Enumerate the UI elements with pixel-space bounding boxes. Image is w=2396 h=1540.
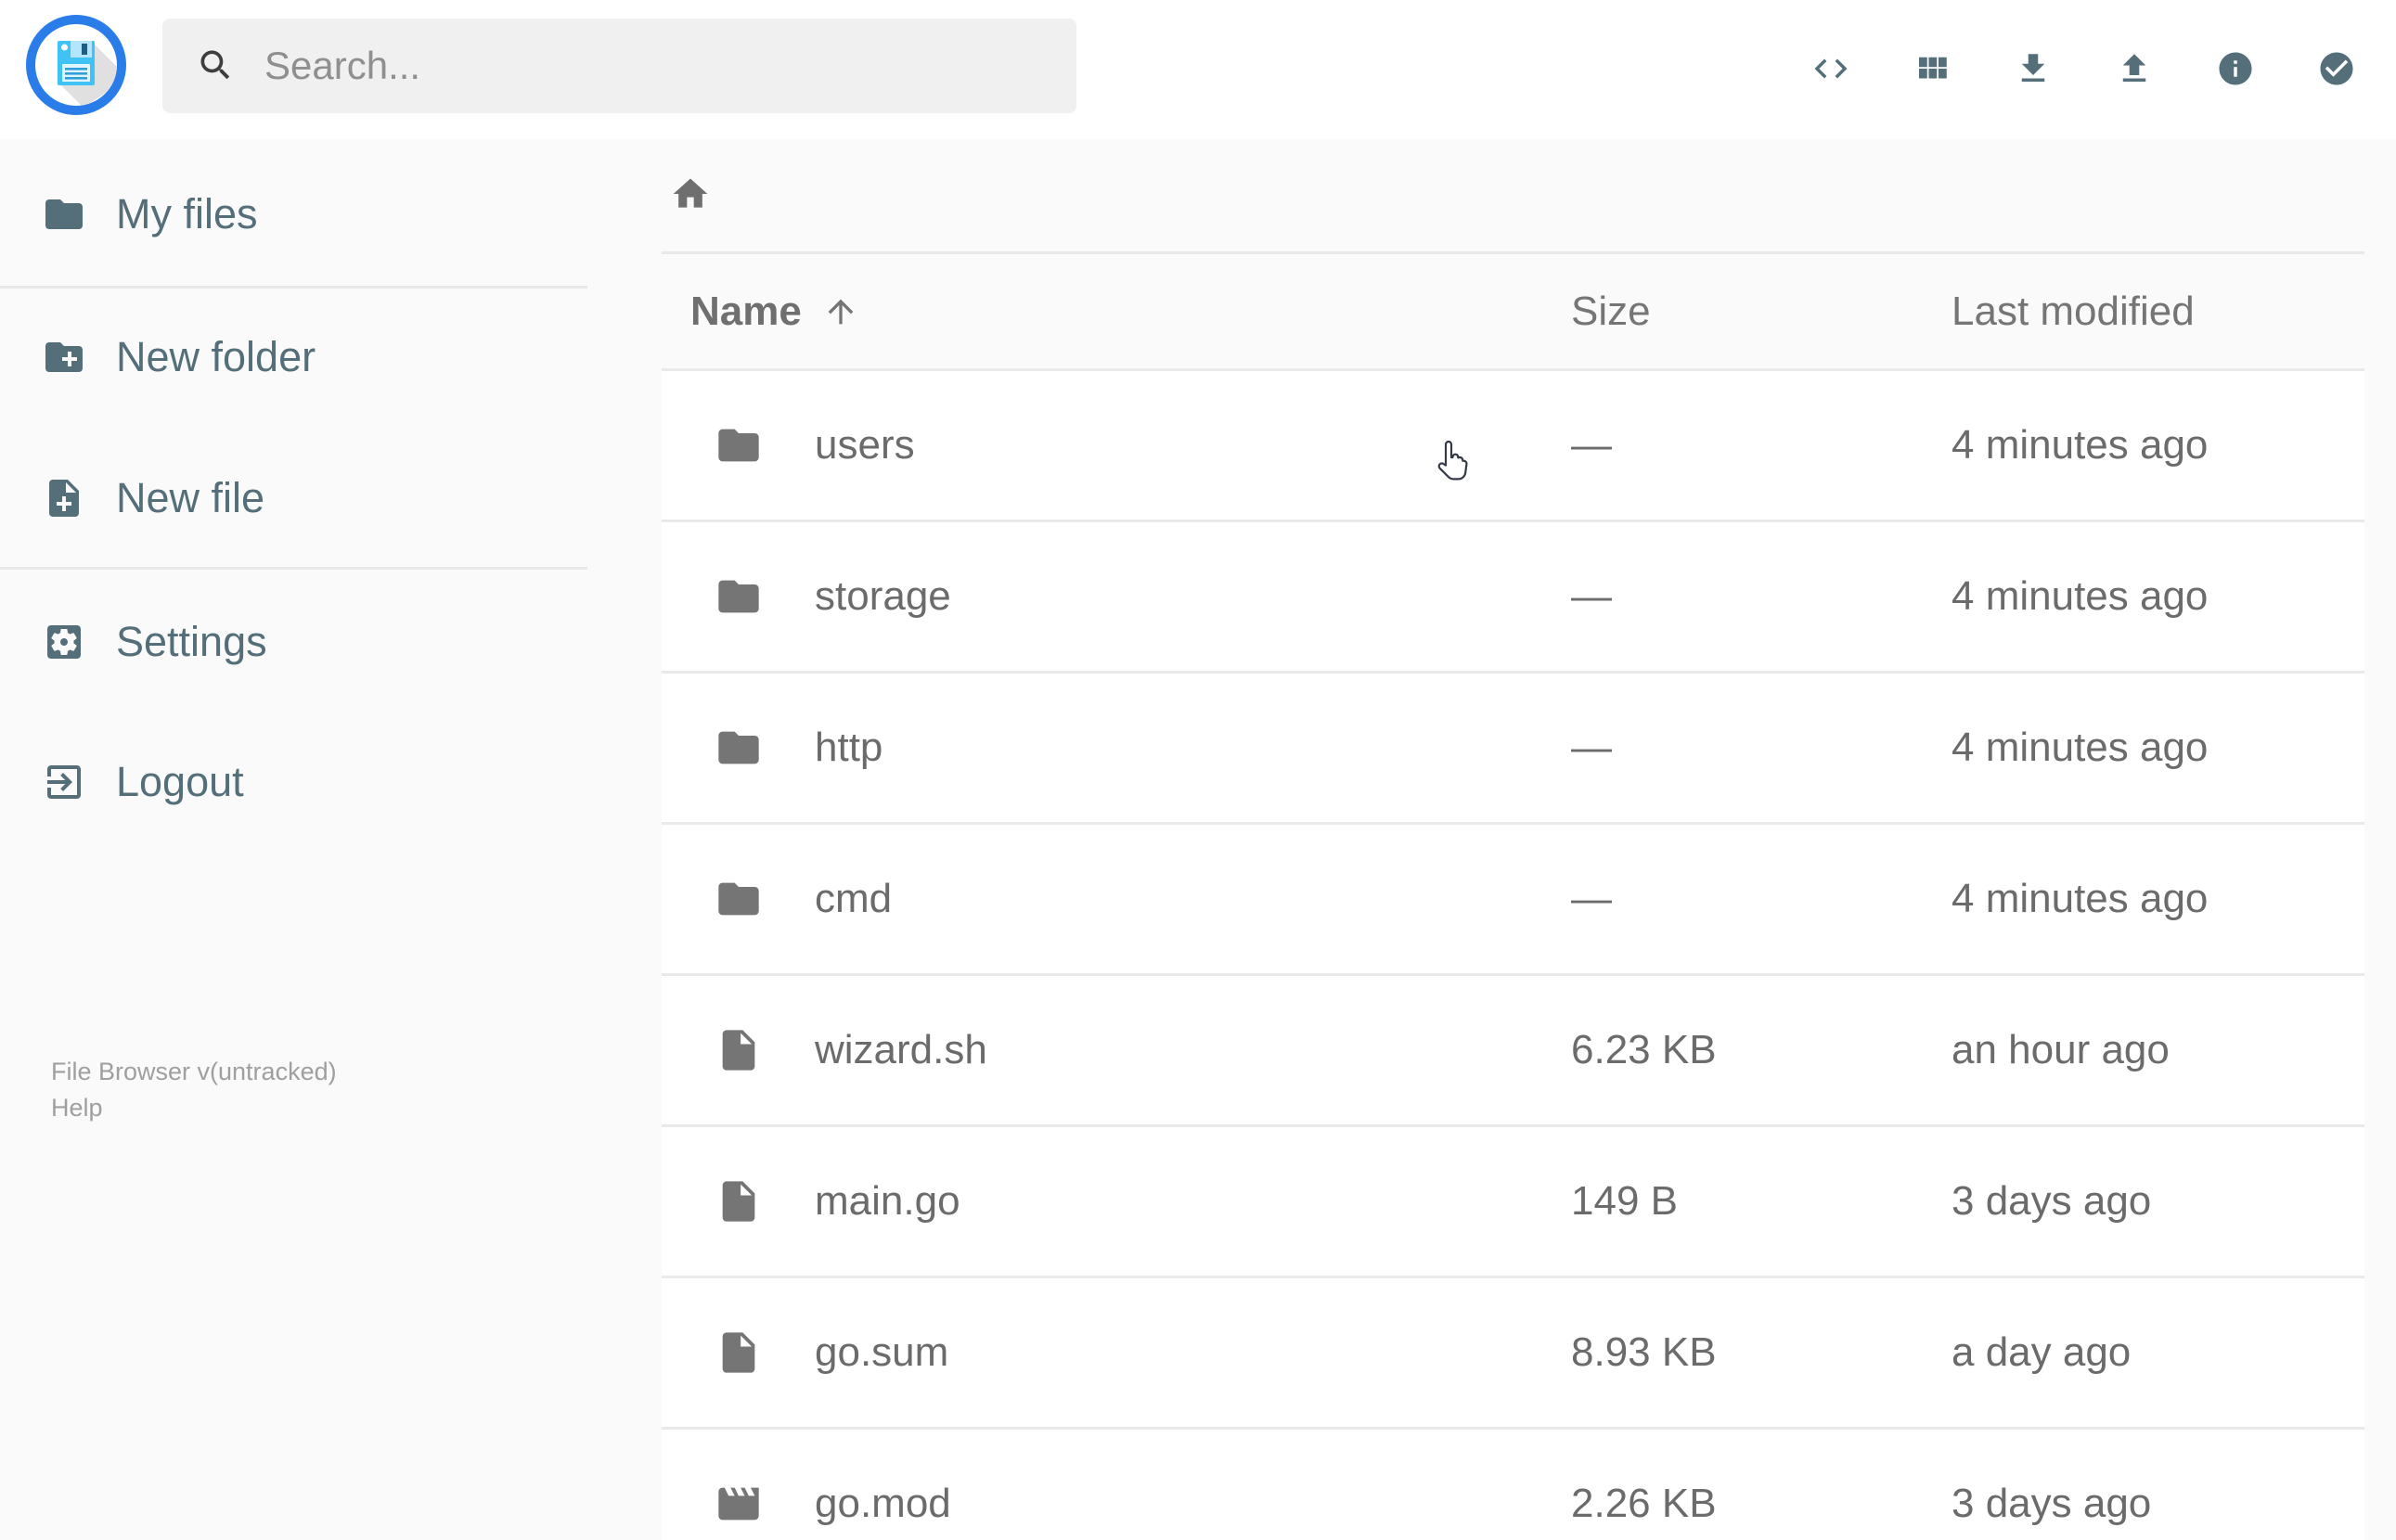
row-name: main.go	[815, 1178, 960, 1224]
sidebar-item-logout[interactable]: Logout	[0, 734, 587, 830]
file-icon	[715, 1328, 763, 1377]
table-row[interactable]: main.go 149 B 3 days ago	[662, 1124, 2364, 1276]
home-icon	[670, 173, 711, 214]
sidebar-item-settings[interactable]: Settings	[0, 594, 587, 690]
top-bar	[0, 0, 2396, 139]
column-header-size[interactable]: Size	[1571, 289, 1651, 335]
folder-icon	[715, 724, 763, 772]
sidebar-footer: File Browser v(untracked) Help	[51, 1054, 337, 1126]
table-row[interactable]: users — 4 minutes ago	[662, 368, 2364, 520]
shell-button[interactable]	[1811, 49, 1850, 88]
new-file-icon	[42, 476, 86, 520]
grid-view-icon	[1913, 49, 1952, 88]
column-header-name[interactable]: Name	[690, 289, 859, 335]
search-bar[interactable]	[162, 19, 1076, 113]
column-header-name-label: Name	[690, 289, 802, 334]
info-button[interactable]	[2216, 49, 2255, 88]
folder-icon	[715, 421, 763, 469]
search-input[interactable]	[263, 43, 1046, 89]
row-modified: 3 days ago	[1952, 1481, 2152, 1526]
table-row[interactable]: cmd — 4 minutes ago	[662, 822, 2364, 973]
table-row[interactable]: wizard.sh 6.23 KB an hour ago	[662, 973, 2364, 1124]
sidebar-divider	[0, 286, 587, 289]
sidebar-item-label: New file	[116, 474, 265, 521]
row-modified: a day ago	[1952, 1329, 2132, 1375]
row-size: 149 B	[1571, 1178, 1678, 1224]
sidebar-item-new-folder[interactable]: New folder	[0, 309, 587, 405]
row-name: http	[815, 725, 883, 770]
row-modified: an hour ago	[1952, 1027, 2170, 1072]
sidebar-item-label: My files	[116, 190, 258, 237]
code-icon	[1811, 49, 1850, 88]
download-button[interactable]	[2014, 49, 2053, 88]
column-header-modified[interactable]: Last modified	[1952, 289, 2195, 335]
logout-icon	[42, 760, 86, 804]
file-icon	[715, 1026, 763, 1074]
select-multiple-button[interactable]	[2317, 49, 2356, 88]
row-modified: 4 minutes ago	[1952, 422, 2209, 468]
row-size: —	[1571, 725, 1612, 770]
row-size: —	[1571, 876, 1612, 921]
sidebar-item-label: Settings	[116, 618, 267, 665]
table-row[interactable]: go.mod 2.26 KB 3 days ago	[662, 1427, 2364, 1540]
file-browser-app: My files New folder New file Settings Lo…	[0, 0, 2396, 1540]
search-icon	[196, 45, 237, 86]
movie-icon	[715, 1480, 763, 1528]
upload-icon	[2115, 49, 2154, 88]
arrow-up-icon	[822, 293, 859, 330]
sidebar-item-label: New folder	[116, 333, 316, 380]
table-row[interactable]: http — 4 minutes ago	[662, 671, 2364, 822]
file-list: users — 4 minutes ago storage — 4 minute…	[662, 368, 2364, 1540]
folder-icon	[715, 875, 763, 923]
sidebar: My files New folder New file Settings Lo…	[0, 139, 587, 1540]
header-actions	[1811, 49, 2356, 88]
row-name: go.sum	[815, 1329, 949, 1375]
switch-view-button[interactable]	[1913, 49, 1952, 88]
row-name: storage	[815, 573, 951, 619]
row-name: wizard.sh	[815, 1027, 987, 1072]
row-name: cmd	[815, 876, 893, 921]
sidebar-item-new-file[interactable]: New file	[0, 450, 587, 546]
row-modified: 4 minutes ago	[1952, 573, 2209, 619]
info-icon	[2216, 49, 2255, 88]
upload-button[interactable]	[2115, 49, 2154, 88]
settings-icon	[42, 620, 86, 664]
file-icon	[715, 1177, 763, 1226]
sidebar-item-my-files[interactable]: My files	[0, 166, 587, 263]
help-link[interactable]: Help	[51, 1090, 337, 1126]
new-folder-icon	[42, 335, 86, 379]
sidebar-divider	[0, 567, 587, 570]
sidebar-item-label: Logout	[116, 758, 244, 805]
breadcrumb-home-button[interactable]	[670, 173, 711, 214]
row-size: 2.26 KB	[1571, 1481, 1717, 1526]
row-name: go.mod	[815, 1481, 951, 1526]
download-icon	[2014, 49, 2053, 88]
row-size: 8.93 KB	[1571, 1329, 1717, 1375]
row-modified: 3 days ago	[1952, 1178, 2152, 1224]
folder-icon	[715, 572, 763, 621]
folder-icon	[42, 192, 86, 237]
check-circle-icon	[2317, 49, 2356, 88]
app-version-text: File Browser v(untracked)	[51, 1058, 337, 1085]
table-row[interactable]: go.sum 8.93 KB a day ago	[662, 1276, 2364, 1427]
listing-header: Name Size Last modified	[662, 254, 2364, 369]
row-modified: 4 minutes ago	[1952, 725, 2209, 770]
row-size: —	[1571, 422, 1612, 468]
row-size: —	[1571, 573, 1612, 619]
row-name: users	[815, 422, 915, 468]
row-size: 6.23 KB	[1571, 1027, 1717, 1072]
row-modified: 4 minutes ago	[1952, 876, 2209, 921]
file-listing-area: Name Size Last modified users — 4 minute…	[662, 139, 2364, 1540]
table-row[interactable]: storage — 4 minutes ago	[662, 520, 2364, 671]
file-browser-logo-icon[interactable]	[26, 15, 126, 115]
